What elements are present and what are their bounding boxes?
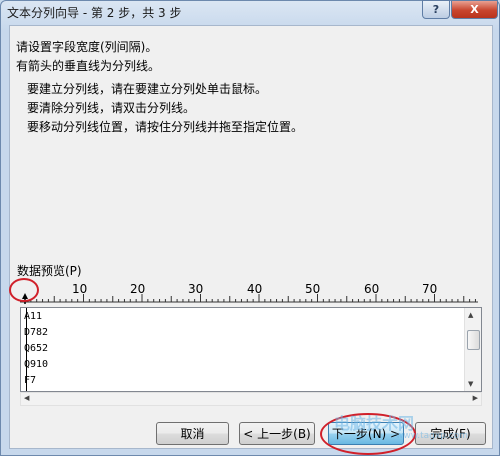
dialog-title: 文本分列向导 - 第 2 步，共 3 步: [7, 6, 182, 20]
tip-move-break: 要移动分列线位置，请按住分列线并拖至指定位置。: [27, 120, 304, 134]
ruler-tick-label-30: 30: [188, 282, 204, 296]
ruler-tick-label-50: 50: [305, 282, 321, 296]
dialog-client-area: 请设置字段宽度(列间隔)。 有箭头的垂直线为分列线。 要建立分列线，请在要建立分…: [9, 25, 493, 455]
scroll-up-icon[interactable]: ▲: [468, 311, 473, 319]
ruler-tick-label-10: 10: [72, 282, 88, 296]
cancel-button[interactable]: 取消: [156, 422, 229, 445]
title-bar[interactable]: 文本分列向导 - 第 2 步，共 3 步 ? X: [1, 0, 500, 23]
data-preview-group: 数据预览(P) 10 20 30 40 50 60 70 A11 D782 Q6…: [17, 262, 482, 412]
watermark-url: www.tagxp.com: [396, 431, 468, 441]
preview-row: F7: [24, 375, 37, 386]
preview-row: Q910: [24, 359, 49, 370]
ruler-tick-label-70: 70: [422, 282, 438, 296]
preview-row: D782: [24, 327, 49, 338]
scroll-down-icon[interactable]: ▼: [468, 380, 473, 388]
instruction-line-2: 有箭头的垂直线为分列线。: [16, 59, 161, 73]
close-icon: X: [470, 3, 479, 16]
vertical-scroll-thumb[interactable]: [467, 330, 480, 350]
close-button[interactable]: X: [451, 0, 498, 19]
data-preview-pane[interactable]: A11 D782 Q652 Q910 F7 ▲ ▼: [20, 307, 482, 392]
tip-create-break: 要建立分列线，请在要建立分列处单击鼠标。: [27, 82, 268, 96]
dialog-window: 文本分列向导 - 第 2 步，共 3 步 ? X 请设置字段宽度(列间隔)。 有…: [0, 0, 500, 456]
ruler-tick-label-40: 40: [247, 282, 263, 296]
scroll-left-icon[interactable]: ◀: [24, 394, 29, 402]
scroll-right-icon[interactable]: ▶: [473, 394, 478, 402]
column-ruler[interactable]: 10 20 30 40 50 60 70: [20, 282, 478, 304]
help-button[interactable]: ?: [422, 0, 450, 19]
tip-clear-break: 要清除分列线，请双击分列线。: [27, 101, 196, 115]
help-icon: ?: [432, 3, 440, 16]
preview-row: A11: [24, 311, 43, 322]
instruction-line-1: 请设置字段宽度(列间隔)。: [16, 40, 158, 54]
data-preview-label: 数据预览(P): [17, 264, 82, 278]
preview-vertical-scrollbar[interactable]: ▲ ▼: [464, 308, 481, 391]
preview-horizontal-scrollbar[interactable]: ◀ ▶: [20, 392, 482, 406]
ruler-tick-label-60: 60: [364, 282, 380, 296]
ruler-tick-label-20: 20: [130, 282, 146, 296]
back-button[interactable]: < 上一步(B): [239, 422, 315, 445]
annotation-circle-break-arrow: [9, 278, 39, 302]
preview-row: Q652: [24, 343, 49, 354]
